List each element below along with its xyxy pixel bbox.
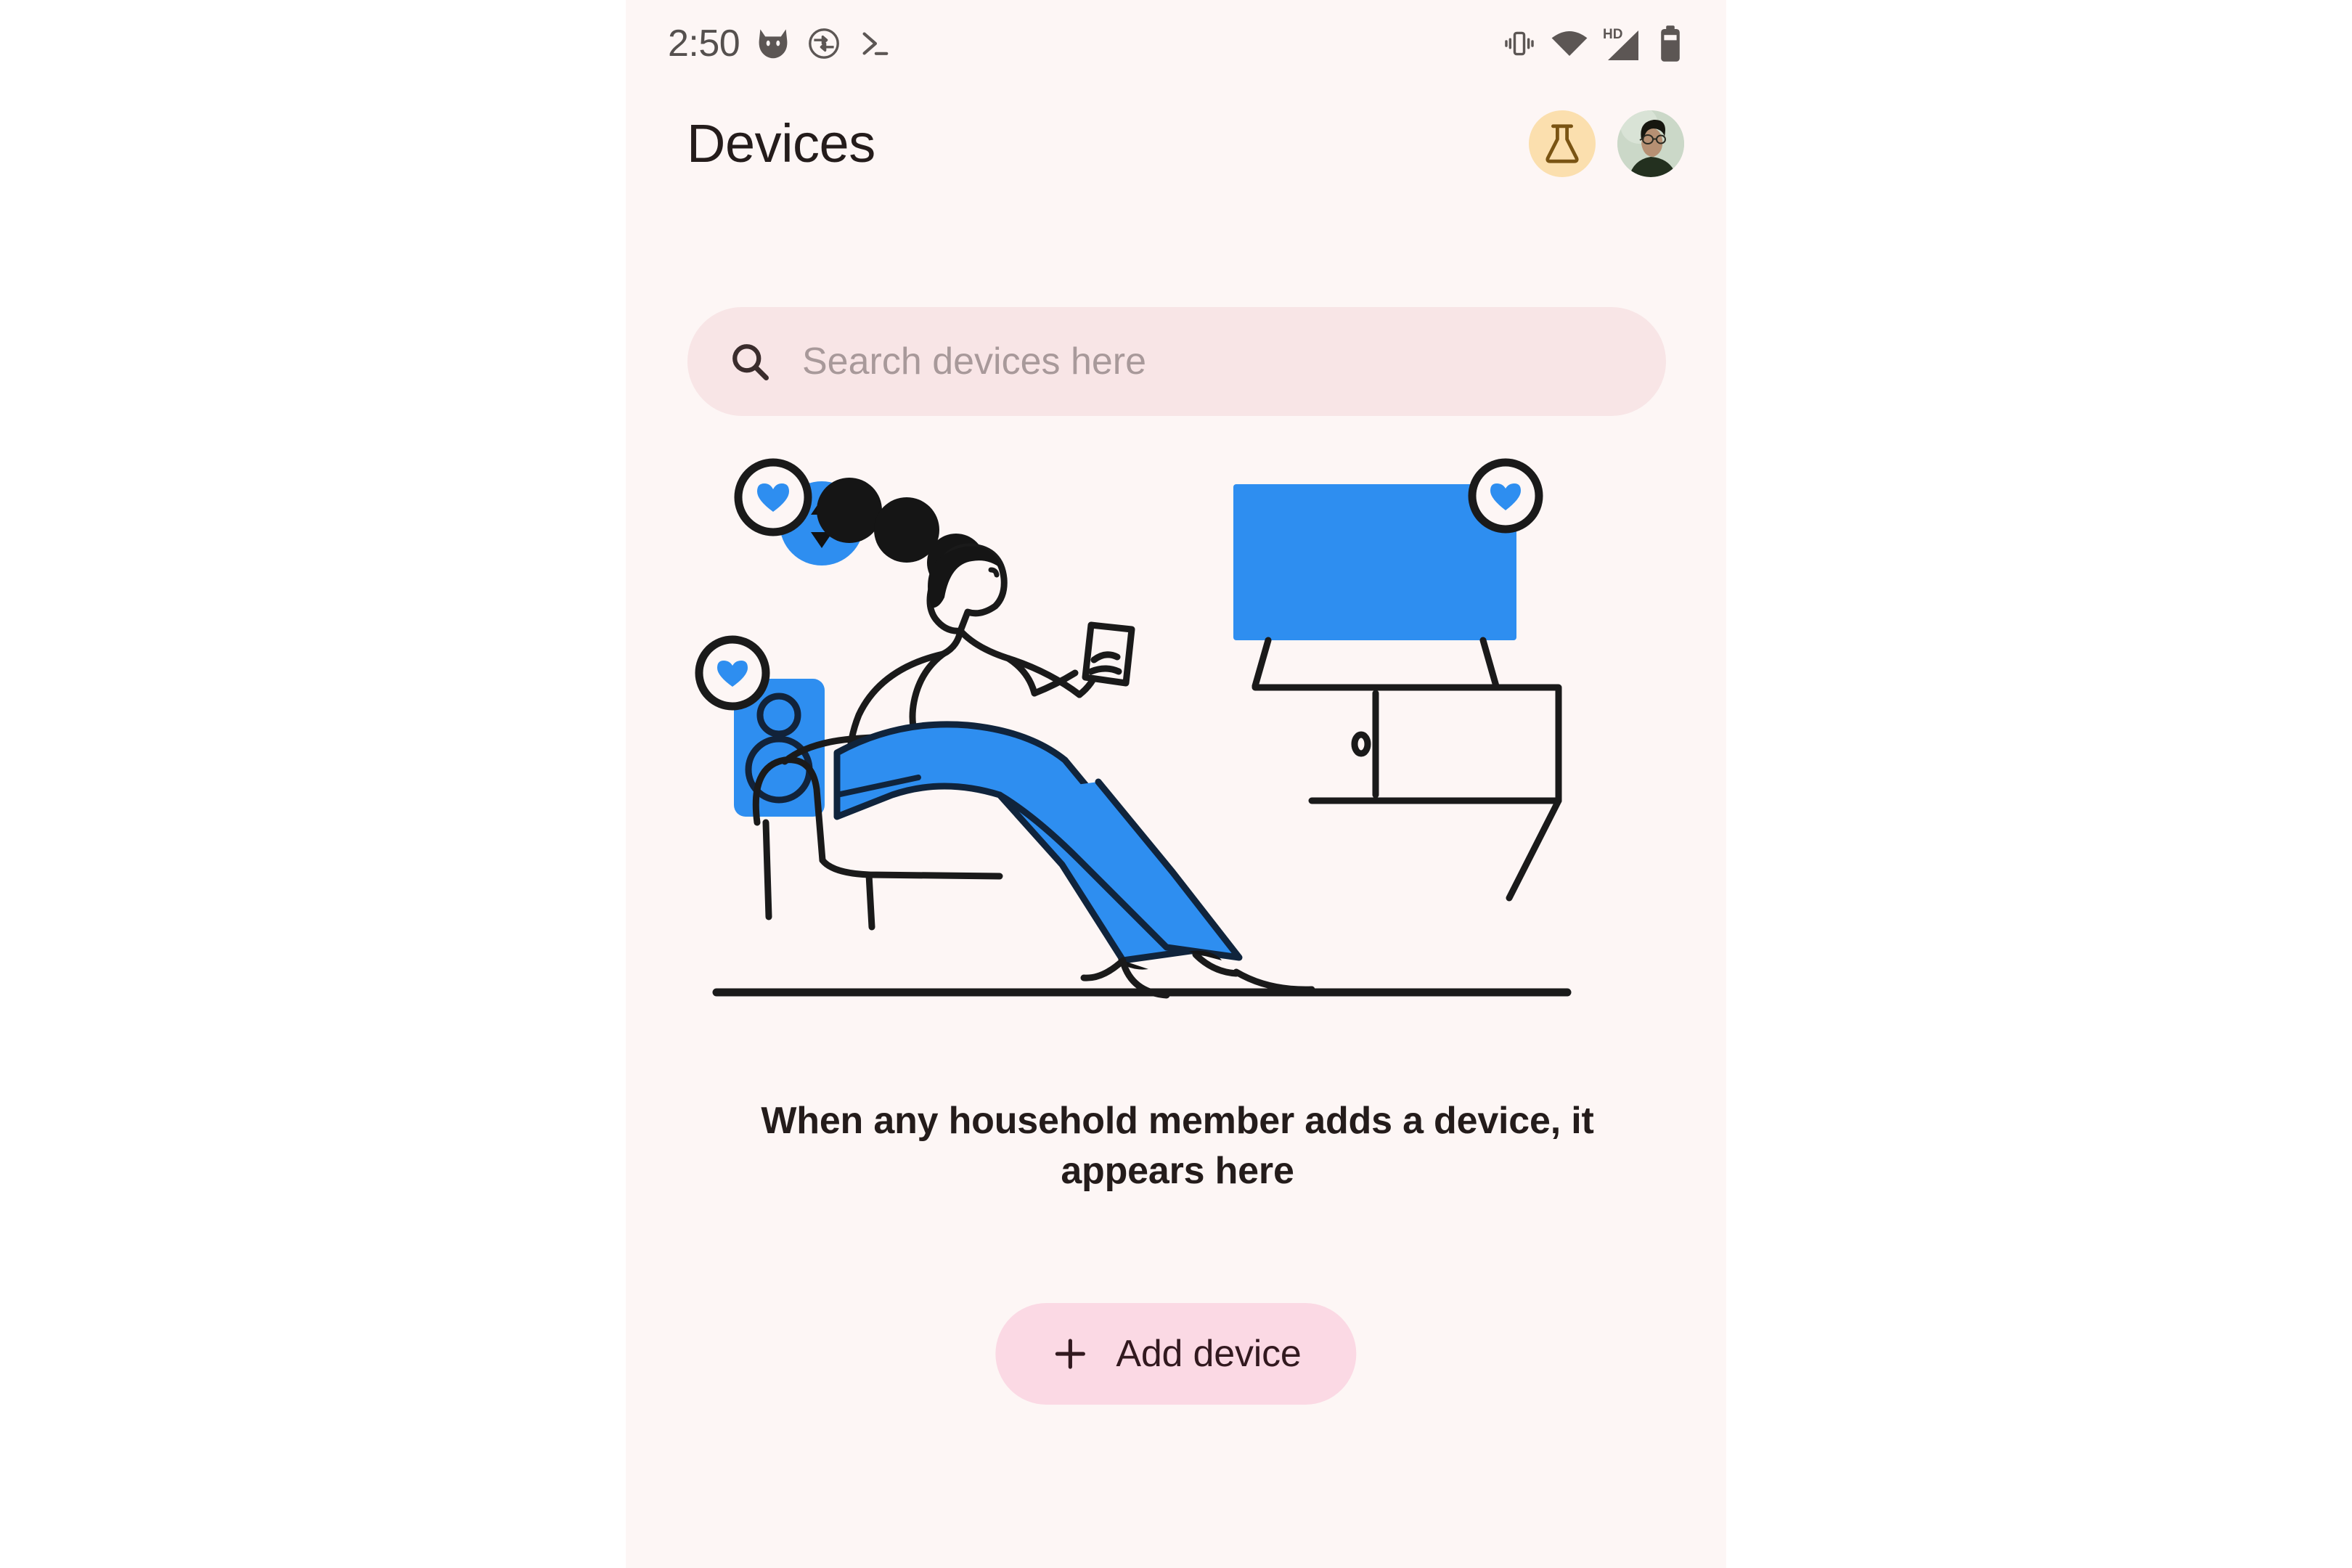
phone-screen: 2:50 HD Devices Search devices here When… [626, 0, 1726, 1568]
status-bar: 2:50 HD [626, 0, 1726, 87]
search-input[interactable]: Search devices here [802, 340, 1146, 383]
plus-icon [1055, 1339, 1085, 1369]
search-icon [732, 344, 769, 380]
screenshot-root: 2:50 HD Devices Search devices here When… [0, 0, 2352, 1568]
empty-devices-illustration [687, 454, 1666, 1034]
sync-rotate-icon [809, 28, 840, 59]
vibrate-icon [1505, 31, 1534, 56]
add-device-button[interactable]: Add device [995, 1303, 1357, 1405]
app-bar-actions [1529, 110, 1684, 177]
status-bar-clock: 2:50 [668, 23, 740, 65]
status-bar-right: HD [1503, 25, 1683, 62]
add-device-label: Add device [1116, 1333, 1302, 1375]
app-bar: Devices [626, 93, 1726, 195]
status-bar-left: 2:50 [668, 25, 891, 62]
wifi-icon [1551, 31, 1588, 56]
page-title: Devices [687, 113, 875, 173]
flask-button[interactable] [1529, 110, 1596, 177]
search-bar[interactable]: Search devices here [687, 307, 1666, 416]
flask-icon [1545, 124, 1579, 163]
avatar-photo [1617, 110, 1684, 177]
account-avatar[interactable] [1617, 110, 1684, 177]
empty-state-message: When any household member adds a device,… [761, 1100, 1594, 1193]
terminal-prompt-icon [862, 32, 889, 55]
hd-label: HD [1603, 27, 1622, 42]
cat-face-icon [759, 29, 788, 59]
hd-signal-icon: HD [1603, 27, 1638, 60]
battery-icon [1661, 25, 1680, 62]
